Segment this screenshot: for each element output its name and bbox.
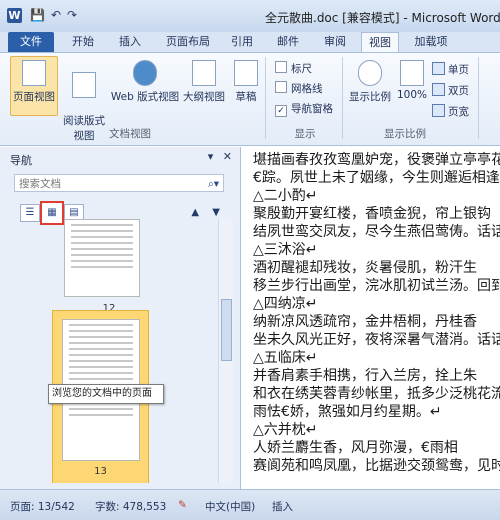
page-thumbnail-12[interactable] (64, 219, 140, 297)
zoom-button[interactable]: 显示比例 (348, 57, 392, 115)
group-label-doc-views: 文档视图 (109, 128, 151, 140)
page-width-icon (432, 104, 445, 117)
title-bar: W 💾 ↶ ↷ 全元散曲.doc [兼容模式] - Microsoft Word (0, 0, 500, 33)
print-layout-button[interactable]: 页面视图 (10, 56, 58, 116)
nav-pane-title: 导航 (10, 154, 32, 167)
dropdown-arrow-icon[interactable]: ▾ (208, 150, 214, 163)
tab-mailings[interactable]: 邮件 (270, 32, 306, 52)
tab-references[interactable]: 引用 (224, 32, 260, 52)
gridlines-checkbox[interactable]: 网格线 (275, 81, 323, 96)
web-layout-button[interactable]: Web 版式视图 (110, 57, 180, 115)
status-language[interactable]: 中文(中国) (205, 499, 255, 514)
one-page-icon (432, 62, 445, 75)
tooltip-browse-pages: 浏览您的文档中的页面 (48, 384, 164, 404)
group-label-zoom: 显示比例 (384, 128, 426, 140)
document-line: 赛阆苑和鸣凤凰，比据逊交颈鸳鸯，见时 (253, 458, 500, 474)
page-width-button[interactable]: 页宽 (432, 104, 469, 119)
reading-view-icon (72, 72, 96, 98)
thumbnails-scrollbar[interactable] (218, 219, 233, 483)
undo-icon[interactable]: ↶ (51, 8, 61, 23)
document-line: 坐未久风光正好，夜将深暑气潜消。话话 (253, 332, 500, 348)
outline-icon (192, 60, 216, 86)
group-label-show: 显示 (294, 128, 316, 140)
tab-file[interactable]: 文件 (8, 32, 54, 52)
ribbon-tabs: 文件 开始 插入 页面布局 引用 邮件 审阅 视图 加载项 (0, 32, 500, 53)
two-pages-icon (432, 83, 445, 96)
document-line: 堪描画春孜孜鸾凰妒宠，役褒弹立亭亭花 (253, 152, 500, 168)
tab-review[interactable]: 审阅 (317, 32, 353, 52)
status-word-count[interactable]: 字数: 478,553 (95, 499, 166, 514)
ribbon-separator (478, 57, 479, 139)
checkbox-checked-icon: ✓ (275, 105, 287, 117)
document-line: △二小酌↵ (253, 188, 318, 204)
tab-view[interactable]: 视图 (361, 32, 399, 53)
document-area[interactable]: 堪描画春孜孜鸾凰妒宠，役褒弹立亭亭花 €踪。夙世上未了姻缘，今生则邂逅相逢 △二… (241, 147, 500, 489)
outline-view-button[interactable]: 大纲视图 (181, 57, 227, 115)
next-icon[interactable]: ▼ (212, 207, 220, 218)
headings-icon: ☰ (25, 207, 35, 218)
document-line: 结夙世鸾交凤友，尽今生燕侣莺俦。话话 (253, 224, 500, 240)
redo-icon[interactable]: ↷ (67, 8, 77, 23)
search-icon[interactable]: ⌕▾ (208, 175, 219, 193)
magnifier-icon (358, 60, 382, 86)
close-icon[interactable]: ✕ (223, 150, 232, 163)
quick-access-toolbar: 💾 ↶ ↷ (30, 8, 77, 23)
word-app-icon[interactable]: W (7, 8, 22, 23)
full-screen-reading-button[interactable]: 阅读版式 视图 (60, 57, 108, 142)
save-icon[interactable]: 💾 (30, 8, 45, 23)
one-page-button[interactable]: 单页 (432, 62, 469, 77)
document-line: €踪。夙世上未了姻缘，今生则邂逅相逢 (253, 170, 500, 186)
status-page-count[interactable]: 页面: 13/542 (10, 499, 75, 514)
two-pages-button[interactable]: 双页 (432, 83, 469, 98)
draft-icon (234, 60, 258, 86)
document-line: 和衣在绣芙蓉青纱帐里，抵多少泛桃花流 (253, 386, 500, 402)
tab-page-layout[interactable]: 页面布局 (160, 32, 216, 52)
window-title: 全元散曲.doc [兼容模式] - Microsoft Word (265, 11, 500, 25)
previous-icon[interactable]: ▲ (191, 207, 199, 218)
tab-addins[interactable]: 加载项 (408, 32, 454, 52)
tab-home[interactable]: 开始 (63, 32, 103, 52)
document-line: △六并枕↵ (253, 422, 318, 438)
status-bar: 页面: 13/542 字数: 478,553 ✎ 中文(中国) 插入 (0, 489, 500, 520)
document-line: 并香肩素手相携，行入兰房，拴上朱 (253, 368, 477, 384)
nav-pane-controls: ▾ ✕ (208, 150, 232, 163)
document-line: 酒初醒褪却残妆，炎暑侵肌，粉汗生 (253, 260, 477, 276)
checkbox-icon (275, 81, 287, 93)
document-line: △三沐浴↵ (253, 242, 318, 258)
document-line: 聚殷勤开宴红楼，香喷金猊，帘上银钩 (253, 206, 491, 222)
web-layout-icon (133, 60, 157, 86)
results-icon: ▤ (69, 207, 79, 218)
document-line: △四纳凉↵ (253, 296, 318, 312)
page-number-13: 13 (94, 466, 107, 477)
ribbon-separator (265, 57, 266, 139)
navigation-pane-checkbox[interactable]: ✓ 导航窗格 (275, 101, 333, 117)
draft-view-button[interactable]: 草稿 (231, 57, 261, 115)
page-thumbnails: 12 13 (14, 219, 204, 483)
nav-arrows: ▲ ▼ (191, 207, 220, 218)
document-line: 人娇兰麝生香，风月弥漫，€雨相 (253, 440, 458, 456)
thumbnails-grid-icon: ▦ (47, 207, 57, 218)
status-insert-mode[interactable]: 插入 (272, 499, 293, 514)
checkbox-icon (275, 61, 287, 73)
zoom-100-button[interactable]: 100% (396, 57, 428, 115)
document-line: 纳新凉风透疏帘，金井梧桐，丹桂香 (253, 314, 477, 330)
tab-insert[interactable]: 插入 (110, 32, 150, 52)
ruler-checkbox[interactable]: 标尺 (275, 61, 312, 76)
page-100-icon (400, 60, 424, 86)
scrollbar-thumb[interactable] (221, 299, 232, 361)
navigation-pane: 导航 ▾ ✕ 搜索文档 ⌕▾ ☰ ▦ ▤ ▲ ▼ 12 13 浏览您的文档中的页… (0, 147, 241, 489)
document-line: 移兰步行出画堂，浣冰肌初试兰汤。回到 (253, 278, 500, 294)
search-document-input[interactable]: 搜索文档 ⌕▾ (14, 174, 224, 192)
ribbon-view: 页面视图 阅读版式 视图 Web 版式视图 大纲视图 草稿 文档视图 标尺 网格… (0, 52, 500, 146)
document-line: △五临床↵ (253, 350, 318, 366)
spelling-check-icon[interactable]: ✎ (178, 499, 187, 511)
print-layout-icon (22, 60, 46, 86)
ribbon-separator (342, 57, 343, 139)
document-line: 雨怯€娇，煞强如月约星期。↵ (253, 404, 442, 420)
